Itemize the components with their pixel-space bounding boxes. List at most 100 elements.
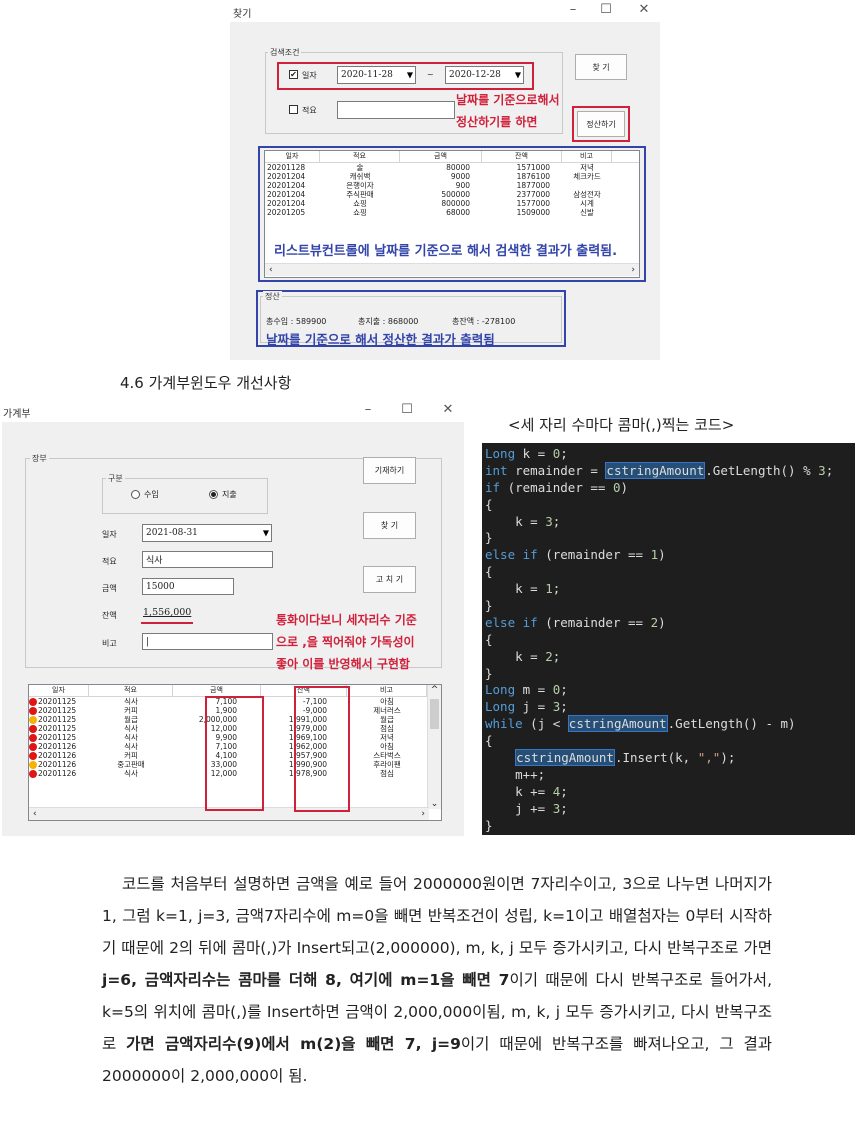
scroll-left-icon[interactable]: ‹ (269, 265, 273, 275)
table-cell: 은행이자 (346, 181, 374, 190)
date-combo[interactable]: 2021-08-31 ▼ (142, 524, 272, 542)
amount-column-highlight (205, 696, 264, 811)
code-line: else if (remainder == 1) (485, 547, 666, 563)
code-block: Long k = 0; int remainder = cstringAmount… (482, 443, 855, 835)
row-date: 20201125 (38, 697, 77, 706)
maximize-button[interactable]: ☐ (397, 402, 417, 417)
close-button[interactable]: ✕ (634, 2, 654, 17)
search-group-label: 검색조건 (268, 47, 302, 58)
scroll-right-icon[interactable]: › (631, 265, 635, 275)
settle-group-label: 정산 (263, 291, 282, 302)
row-date: 20201125 (38, 724, 77, 733)
list-annotation: 리스트뷰컨트롤에 날짜를 기준으로 해서 검색한 결과가 출력됨. (274, 244, 618, 259)
radio-empty-icon (131, 490, 140, 499)
minimize-button[interactable]: – (358, 402, 378, 417)
find-button[interactable]: 찾 기 (575, 54, 627, 80)
header-date[interactable]: 일자 (29, 685, 89, 696)
header-note[interactable]: 비고 (562, 151, 612, 162)
memo-label: 적요 (302, 106, 317, 115)
close-button[interactable]: ✕ (438, 402, 458, 417)
window-title: 찾기 (233, 9, 252, 20)
scroll-left-icon[interactable]: ‹ (33, 809, 37, 819)
balance-value: 1,556,000 (143, 607, 192, 618)
table-row[interactable]: 20201128 술 80000 1571000 저녁 (265, 163, 639, 172)
ledger-window: 가계부 – ☐ ✕ 장부 구분 수입 지출 일자 2021-08-31 ▼ 적요… (0, 398, 466, 840)
table-cell: 커피 (124, 751, 138, 760)
row-date: 20201126 (38, 742, 77, 751)
date-label: 일자 (302, 71, 317, 80)
table-cell: 커피 (124, 706, 138, 715)
code-line: } (485, 817, 493, 833)
dropdown-arrow-icon: ▼ (514, 70, 521, 80)
table-cell: 2377000 (516, 190, 550, 199)
date-to-value: 2020-12-28 (449, 70, 501, 80)
table-row[interactable]: 20201204 쇼핑 800000 1577000 시계 (265, 199, 639, 208)
scroll-up-icon[interactable]: ^ (428, 685, 441, 695)
red-dot-icon (29, 698, 37, 706)
table-cell: 80000 (446, 163, 470, 172)
note-input[interactable]: | (142, 633, 273, 650)
maximize-button[interactable]: ☐ (596, 2, 616, 17)
amount-input[interactable]: 15000 (142, 578, 234, 595)
settle-result-annotation: 날짜를 기준으로 해서 정산한 결과가 출력됨 (266, 332, 495, 347)
horizontal-scrollbar[interactable]: ‹ › (265, 263, 639, 276)
vertical-scrollbar[interactable]: ^ ⌄ (427, 685, 441, 809)
table-cell: 1571000 (516, 163, 550, 172)
table-cell: 신발 (580, 208, 594, 217)
search-window: 찾기 – ☐ ✕ 검색조건 ✔ 일자 2020-11-28 ▼ ~ 2020-1… (230, 0, 660, 360)
settle-button[interactable]: 정산하기 (577, 111, 625, 137)
minimize-button[interactable]: – (563, 2, 583, 17)
date-to-combo[interactable]: 2020-12-28 ▼ (445, 66, 524, 84)
header-amount[interactable]: 금액 (173, 685, 261, 696)
code-line: k += 4; (485, 783, 568, 799)
comma-annotation-line1: 통화이다보니 세자리수 기준 (276, 613, 417, 627)
tilde-label: ~ (427, 70, 434, 79)
code-line: Long j = 3; (485, 699, 568, 715)
scroll-down-icon[interactable]: ⌄ (428, 799, 441, 809)
header-memo[interactable]: 적요 (320, 151, 400, 162)
table-row[interactable]: 20201204 은행이자 900 1877000 (265, 181, 639, 190)
code-line: cstringAmount.Insert(k, ","); (515, 749, 736, 767)
table-cell: 20201204 (267, 190, 306, 199)
table-cell: 20201204 (267, 172, 306, 181)
date-checkbox[interactable]: ✔ (289, 70, 298, 79)
table-cell: 식사 (124, 769, 138, 778)
header-date[interactable]: 일자 (265, 151, 320, 162)
edit-button[interactable]: 고 치 기 (363, 566, 416, 593)
code-line: } (485, 598, 493, 614)
balance-red-underline (141, 622, 193, 624)
memo-input[interactable]: 식사 (142, 551, 273, 568)
scroll-right-icon[interactable]: › (421, 809, 425, 819)
table-cell: 저녁 (380, 733, 394, 742)
dropdown-arrow-icon: ▼ (262, 528, 269, 538)
table-cell: 1876100 (516, 172, 550, 181)
table-row[interactable]: 20201204 캐쉬백 9000 1876100 체크카드 (265, 172, 639, 181)
memo-checkbox[interactable] (289, 105, 298, 114)
table-row[interactable]: 20201204 주식판매 500000 2377000 삼성전자 (265, 190, 639, 199)
table-cell: 식사 (124, 742, 138, 751)
paragraph-part1: 코드를 처음부터 설명하면 금액을 예로 들어 2000000원이면 7자리수이… (102, 875, 772, 957)
code-line: Long m = 0; (485, 682, 568, 698)
record-button[interactable]: 기재하기 (363, 457, 416, 484)
smiley-icon (29, 761, 37, 769)
date-from-combo[interactable]: 2020-11-28 ▼ (337, 66, 416, 84)
find-button[interactable]: 찾 기 (363, 512, 416, 539)
radio-expense[interactable]: 지출 (209, 489, 237, 500)
header-balance[interactable]: 잔액 (482, 151, 562, 162)
header-memo[interactable]: 적요 (89, 685, 173, 696)
radio-income[interactable]: 수입 (131, 489, 159, 500)
table-cell: 9000 (450, 172, 470, 181)
comma-annotation-line2: 으로 ,을 찍어줘야 가독성이 (276, 635, 415, 649)
table-cell: 식사 (124, 697, 138, 706)
table-cell: 1509000 (516, 208, 550, 217)
header-amount[interactable]: 금액 (400, 151, 482, 162)
header-note[interactable]: 비고 (347, 685, 427, 696)
table-row[interactable]: 20201205 쇼핑 68000 1509000 신발 (265, 208, 639, 217)
code-line: } (485, 530, 493, 546)
table-cell: 68000 (446, 208, 470, 217)
memo-input[interactable] (337, 101, 455, 119)
table-cell: 체크카드 (573, 172, 601, 181)
balance-label: 잔액 (102, 611, 117, 620)
scroll-thumb[interactable] (430, 699, 439, 729)
code-line: Long k = 0; (485, 446, 568, 461)
